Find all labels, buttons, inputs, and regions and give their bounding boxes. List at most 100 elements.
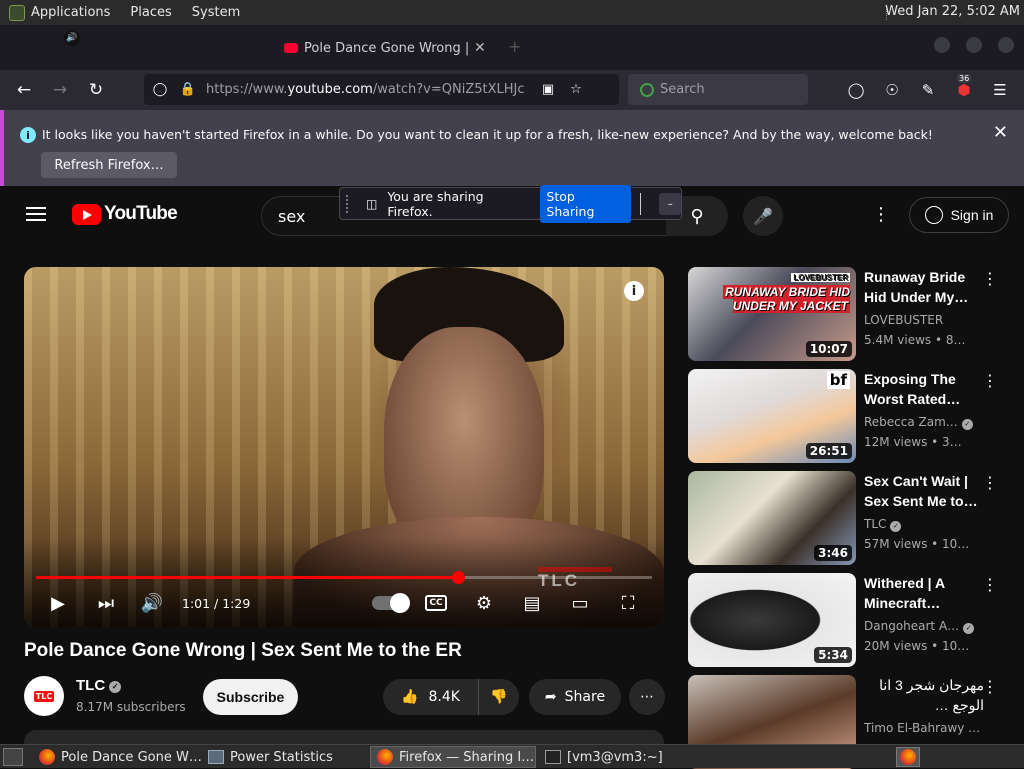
related-channel[interactable]: Rebecca Zam… ✓	[864, 415, 994, 430]
maximize-window-icon[interactable]	[966, 37, 982, 53]
reload-icon[interactable]: ↻	[84, 78, 108, 102]
channel-row: TLC TLC ✓ 8.17M subscribers Subscribe 👍 8.…	[24, 676, 674, 716]
back-icon[interactable]: ←	[12, 78, 36, 102]
taskbar-item-terminal[interactable]: [vm3@vm3:~]	[539, 746, 709, 768]
related-channel[interactable]: LOVEBUSTER	[864, 313, 994, 327]
tab-title: Pole Dance Gone Wrong | Se	[304, 40, 468, 56]
speaker-icon[interactable]: 🔊	[64, 30, 80, 46]
settings-kebab-icon[interactable]: ⋮	[872, 204, 890, 225]
show-desktop-icon[interactable]	[3, 747, 23, 766]
close-icon[interactable]: ✕	[993, 122, 1008, 143]
next-icon[interactable]: ⏭	[94, 589, 118, 617]
autoplay-toggle[interactable]	[370, 589, 410, 617]
related-channel[interactable]: Dangoheart A… ✓	[864, 619, 994, 634]
video-player[interactable]: i TLC ▶ ⏭ 🔊 1:01 / 1:29 CC ⚙ ▤ ▭ ⛶	[24, 267, 664, 627]
refresh-firefox-button[interactable]: Refresh Firefox…	[41, 152, 177, 178]
related-title[interactable]: Sex Can't Wait | Sex Sent Me to…	[864, 471, 984, 511]
menu-places[interactable]: Places	[130, 5, 171, 20]
related-channel[interactable]: Timo El-Bahrawy …	[864, 721, 994, 735]
taskbar-item-firefox-sharing[interactable]: Firefox — Sharing I…	[370, 746, 536, 768]
extension-badge: 36	[957, 74, 972, 83]
related-title[interactable]: Withered | A Minecraft…	[864, 573, 984, 613]
info-icon[interactable]: i	[624, 281, 644, 301]
shield-icon[interactable]: ◯	[152, 82, 168, 98]
drag-handle[interactable]	[346, 194, 350, 213]
close-window-icon[interactable]	[998, 37, 1014, 53]
more-actions-icon[interactable]: ⋯	[629, 679, 665, 715]
taskbar-item-youtube[interactable]: Pole Dance Gone W…	[33, 746, 203, 768]
related-title[interactable]: مهرجان شجر 3 انا الوجع …	[864, 675, 984, 715]
verified-icon: ✓	[963, 623, 975, 634]
new-tab-icon[interactable]: +	[508, 37, 521, 56]
picture-in-picture-icon[interactable]: ▣	[540, 82, 556, 98]
search-bar[interactable]: Search	[628, 74, 808, 105]
video-thumbnail[interactable]: 3:46	[688, 471, 856, 565]
related-video[interactable]: LOVEBUSTER RUNAWAY BRIDE HID UNDER MY JAC…	[688, 267, 1024, 361]
ublock-icon[interactable]: ⬢	[954, 80, 974, 100]
play-icon[interactable]: ▶	[46, 589, 70, 617]
taskbar-item-power-statistics[interactable]: Power Statistics	[202, 746, 367, 768]
pocket-icon[interactable]: ◯	[846, 80, 866, 100]
thumbs-up-icon: 👍	[401, 689, 419, 705]
settings-gear-icon[interactable]: ⚙	[472, 589, 496, 617]
clock[interactable]: Wed Jan 22, 5:02 AM	[885, 4, 1020, 19]
related-title[interactable]: Runaway Bride Hid Under My…	[864, 267, 984, 307]
navigation-toolbar: ← → ↻ ◯ 🔒 https://www.youtube.com/watch?…	[0, 70, 1024, 110]
terminal-icon	[545, 750, 561, 764]
hamburger-menu-icon[interactable]: ☰	[990, 80, 1010, 100]
more-options-icon[interactable]: ⋮	[982, 677, 998, 696]
guide-menu-icon[interactable]	[26, 207, 46, 221]
menu-system[interactable]: System	[192, 5, 240, 20]
related-video[interactable]: 5:34 Withered | A Minecraft… Dangoheart …	[688, 573, 1024, 667]
subscribe-button[interactable]: Subscribe	[203, 679, 298, 715]
firefox-icon	[39, 749, 55, 765]
account-icon[interactable]: ☉	[882, 80, 902, 100]
channel-avatar[interactable]: TLC	[24, 676, 64, 716]
minimize-button[interactable]: –	[659, 192, 681, 215]
tray-firefox-icon[interactable]	[896, 747, 920, 767]
video-thumbnail[interactable]: bf 26:51	[688, 369, 856, 463]
related-channel[interactable]: TLC ✓	[864, 517, 994, 532]
more-options-icon[interactable]: ⋮	[982, 371, 998, 390]
dislike-button[interactable]: 👎	[479, 689, 519, 705]
miniplayer-icon[interactable]: ▤	[520, 589, 544, 617]
duration-badge: 5:34	[814, 647, 852, 663]
video-thumbnail[interactable]: 5:34	[688, 573, 856, 667]
like-dislike-group: 👍 8.4K 👎	[383, 679, 519, 715]
lock-icon[interactable]: 🔒	[180, 82, 196, 98]
more-options-icon[interactable]: ⋮	[982, 473, 998, 492]
more-options-icon[interactable]: ⋮	[982, 575, 998, 594]
close-icon[interactable]: ✕	[474, 40, 486, 56]
theater-mode-icon[interactable]: ▭	[568, 589, 592, 617]
bookmark-star-icon[interactable]: ☆	[568, 82, 584, 98]
extensions-icon[interactable]: ✎	[918, 80, 938, 100]
captions-button[interactable]: CC	[424, 589, 448, 617]
progress-bar[interactable]	[36, 571, 652, 584]
microphone-icon[interactable]: 🎤	[743, 196, 783, 236]
url-text[interactable]: https://www.youtube.com/watch?v=QNiZ5tXL…	[206, 82, 526, 97]
applications-menu-icon[interactable]	[9, 4, 25, 21]
related-video[interactable]: bf 26:51 Exposing The Worst Rated… Rebec…	[688, 369, 1024, 463]
firefox-icon	[377, 749, 393, 765]
channel-name[interactable]: TLC ✓	[76, 677, 122, 694]
related-video[interactable]: 3:46 Sex Can't Wait | Sex Sent Me to… TL…	[688, 471, 1024, 565]
forward-icon[interactable]: →	[48, 78, 72, 102]
more-options-icon[interactable]: ⋮	[982, 269, 998, 288]
like-button[interactable]: 👍 8.4K	[383, 679, 479, 715]
sign-in-button[interactable]: Sign in	[909, 197, 1009, 233]
video-thumbnail[interactable]: LOVEBUSTER RUNAWAY BRIDE HID UNDER MY JAC…	[688, 267, 856, 361]
tab-youtube-video[interactable]: Pole Dance Gone Wrong | Se ✕	[272, 33, 490, 63]
duration-badge: 3:46	[814, 545, 852, 561]
share-button[interactable]: ➦ Share	[529, 679, 621, 715]
related-title[interactable]: Exposing The Worst Rated…	[864, 369, 984, 409]
like-count: 8.4K	[428, 689, 460, 705]
related-views: 12M views • 3…	[864, 435, 962, 449]
youtube-logo[interactable]: YouTube	[72, 203, 178, 225]
scrubber-handle[interactable]	[451, 571, 465, 584]
url-bar[interactable]: ◯ 🔒 https://www.youtube.com/watch?v=QNiZ…	[144, 74, 619, 105]
fullscreen-icon[interactable]: ⛶	[616, 589, 640, 617]
stop-sharing-button[interactable]: Stop Sharing	[540, 184, 632, 223]
menu-applications[interactable]: Applications	[31, 5, 110, 20]
volume-icon[interactable]: 🔊	[140, 589, 164, 617]
minimize-window-icon[interactable]	[934, 37, 950, 53]
